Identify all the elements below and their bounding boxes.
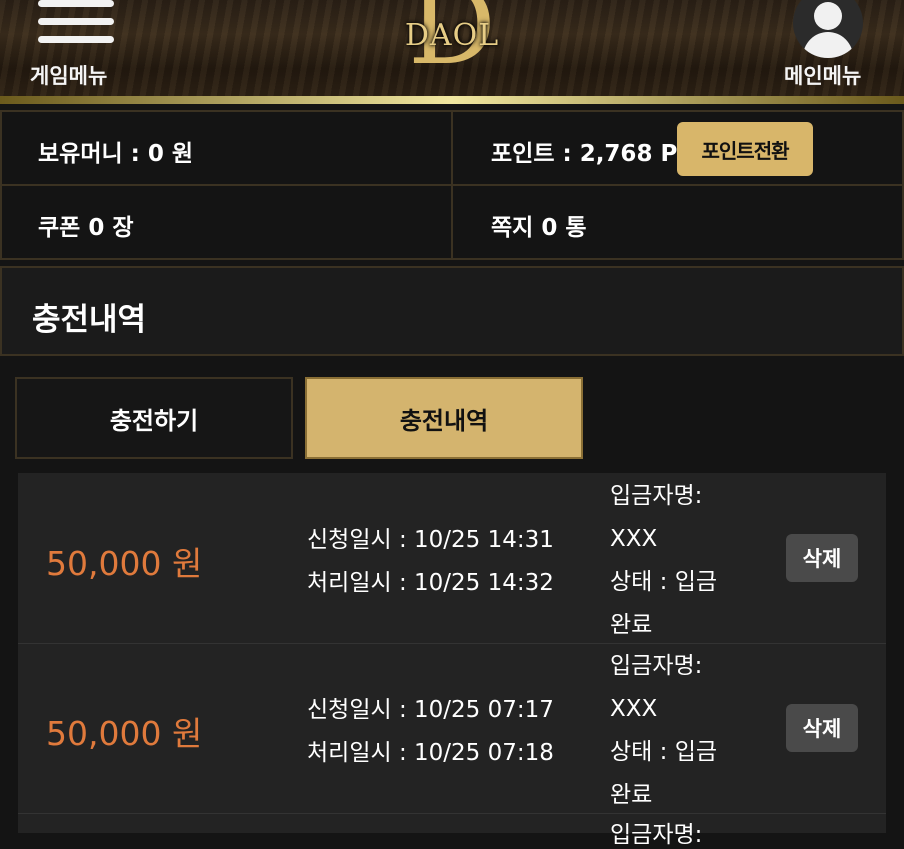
point-convert-button[interactable]: 포인트전환 [677, 122, 813, 176]
money-cell: 보유머니 : 0 원 [0, 110, 453, 186]
depositor-name: XXX [610, 696, 658, 722]
account-info-grid: 보유머니 : 0 원 포인트 : 2,768 P 포인트전환 쿠폰 0 장 쪽지… [0, 110, 904, 260]
tab-charge-history[interactable]: 충전내역 [305, 377, 583, 459]
daol-logo[interactable]: D DAOL [400, 0, 504, 86]
request-time: 신청일시 : 10/25 07:17 [307, 697, 554, 723]
charge-times: 신청일시 : 10/25 07:17 처리일시 : 10/25 07:18 [307, 689, 554, 775]
top-header: 게임메뉴 D DAOL 메인메뉴 [0, 0, 904, 98]
hamburger-menu-icon[interactable] [38, 0, 114, 46]
status-value: 완료 [610, 612, 653, 638]
process-time: 처리일시 : 10/25 14:32 [307, 570, 554, 596]
charge-meta: 입금자명: XXX 상태 : 입금 완료 [610, 475, 740, 647]
tab-charge[interactable]: 충전하기 [15, 377, 293, 459]
logo-text: DAOL [404, 18, 500, 53]
coupon-cell[interactable]: 쿠폰 0 장 [0, 184, 453, 260]
status-value: 완료 [610, 782, 653, 808]
next-row-depositor-label: 입금자명: [610, 822, 703, 848]
status-label: 상태 : 입금 [610, 739, 718, 765]
list-item: 50,000 원 신청일시 : 10/25 14:31 처리일시 : 10/25… [18, 473, 886, 644]
points-balance: 포인트 : 2,768 P [491, 141, 678, 167]
status-label: 상태 : 입금 [610, 569, 718, 595]
process-time: 처리일시 : 10/25 07:18 [307, 740, 554, 766]
depositor-label: 입금자명: [610, 483, 703, 509]
charge-amount: 50,000 원 [46, 544, 203, 583]
charge-times: 신청일시 : 10/25 14:31 처리일시 : 10/25 14:32 [307, 519, 554, 605]
main-menu-label[interactable]: 메인메뉴 [784, 60, 861, 90]
charge-amount: 50,000 원 [46, 714, 203, 753]
message-cell[interactable]: 쪽지 0 통 [451, 184, 904, 260]
depositor-label: 입금자명: [610, 653, 703, 679]
section-header: 충전내역 [0, 266, 904, 356]
header-gold-divider [0, 96, 904, 104]
request-time: 신청일시 : 10/25 14:31 [307, 527, 554, 553]
message-count: 쪽지 0 통 [491, 215, 587, 241]
page-title: 충전내역 [32, 302, 147, 338]
depositor-name: XXX [610, 526, 658, 552]
points-cell: 포인트 : 2,768 P 포인트전환 [451, 110, 904, 186]
charge-meta: 입금자명: XXX 상태 : 입금 완료 [610, 645, 740, 817]
delete-button[interactable]: 삭제 [786, 704, 858, 752]
money-balance: 보유머니 : 0 원 [38, 141, 194, 167]
list-item: 50,000 원 신청일시 : 10/25 07:17 처리일시 : 10/25… [18, 643, 886, 814]
charge-history-list: 50,000 원 신청일시 : 10/25 14:31 처리일시 : 10/25… [18, 473, 886, 848]
delete-button[interactable]: 삭제 [786, 534, 858, 582]
coupon-count: 쿠폰 0 장 [38, 215, 134, 241]
game-menu-label[interactable]: 게임메뉴 [30, 60, 107, 90]
user-avatar-icon[interactable] [793, 0, 863, 58]
